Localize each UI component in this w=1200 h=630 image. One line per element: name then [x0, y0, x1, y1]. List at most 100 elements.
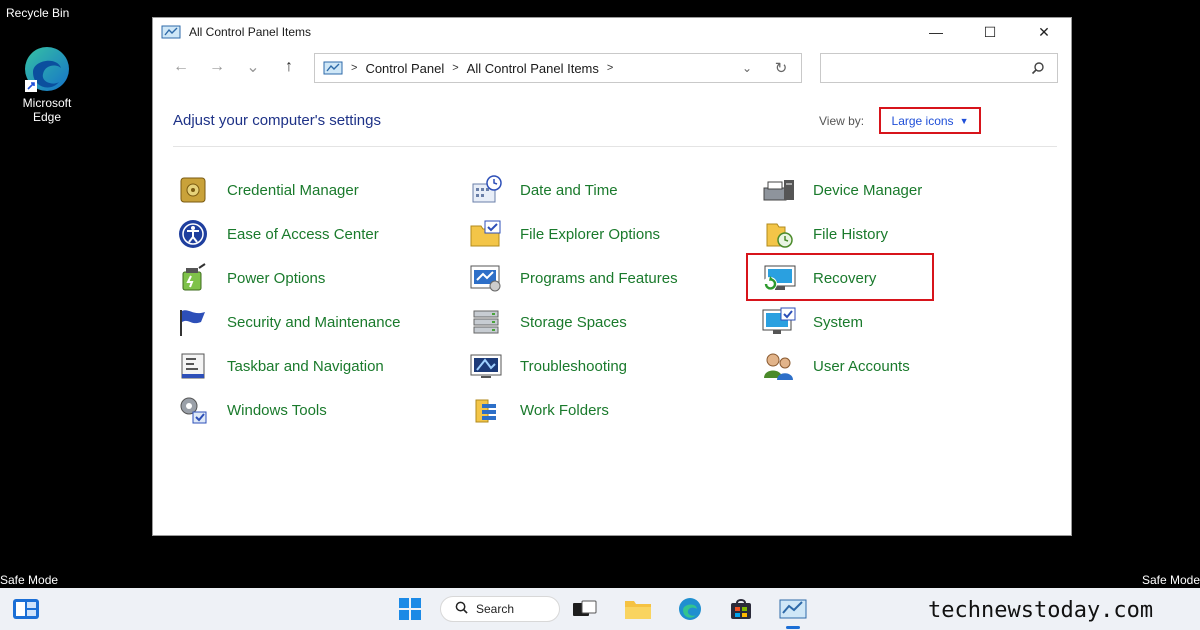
start-button[interactable]: [396, 596, 424, 622]
item-label: Windows Tools: [227, 401, 327, 419]
item-label: Power Options: [227, 269, 326, 287]
item-label: Date and Time: [520, 181, 618, 199]
view-by-dropdown[interactable]: Large icons ▼: [879, 107, 981, 134]
search-icon: [455, 601, 468, 617]
item-ease-of-access-center[interactable]: Ease of Access Center: [175, 216, 379, 252]
folder-icon: [625, 601, 651, 619]
storage-stack-icon: [468, 304, 504, 340]
battery-icon: [175, 260, 211, 296]
safe-mode-label-right: Safe Mode: [1141, 573, 1200, 587]
desktop-edge-shortcut[interactable]: Microsoft Edge: [12, 44, 82, 124]
edge-taskbar-button[interactable]: [676, 596, 704, 622]
widgets-icon: [13, 599, 39, 619]
item-security-and-maintenance[interactable]: Security and Maintenance: [175, 304, 400, 340]
item-programs-and-features[interactable]: Programs and Features: [468, 260, 678, 296]
store-button[interactable]: [727, 596, 755, 622]
search-input[interactable]: [820, 53, 1058, 83]
search-icon: [1031, 62, 1044, 75]
taskbar-search-button[interactable]: Search: [440, 596, 560, 622]
monitor-check-icon: [761, 304, 797, 340]
breadcrumb-separator[interactable]: >: [452, 62, 458, 74]
item-label: Security and Maintenance: [227, 313, 401, 331]
item-label: Taskbar and Navigation: [227, 357, 384, 375]
item-label: File History: [813, 225, 889, 243]
store-icon: [731, 599, 751, 619]
item-work-folders[interactable]: Work Folders: [468, 392, 609, 428]
file-history-icon: [761, 216, 797, 252]
control-panel-window: All Control Panel Items — ☐ ✕ ← → ⌄ ↑ > …: [152, 17, 1072, 536]
item-file-explorer-options[interactable]: File Explorer Options: [468, 216, 660, 252]
view-by-value: Large icons: [891, 113, 954, 128]
troubleshoot-icon: [468, 348, 504, 384]
item-storage-spaces[interactable]: Storage Spaces: [468, 304, 627, 340]
address-dropdown-icon[interactable]: ⌄: [733, 61, 761, 75]
item-label: Device Manager: [813, 181, 923, 199]
breadcrumb-separator[interactable]: >: [351, 62, 357, 74]
title-bar[interactable]: All Control Panel Items — ☐ ✕: [153, 18, 1071, 46]
minimize-button[interactable]: —: [909, 18, 963, 46]
taskbar: Search technewstoday.com: [0, 588, 1200, 630]
caret-down-icon: ▼: [959, 115, 969, 126]
calendar-clock-icon: [468, 172, 504, 208]
breadcrumb-all-items[interactable]: All Control Panel Items: [467, 61, 599, 76]
accessibility-icon: [175, 216, 211, 252]
item-label: System: [813, 313, 864, 331]
edge-icon: [25, 47, 69, 92]
recycle-bin-label[interactable]: Recycle Bin: [6, 6, 86, 20]
task-view-button[interactable]: [571, 596, 599, 622]
active-app-indicator: [786, 626, 800, 629]
item-label: Storage Spaces: [520, 313, 627, 331]
back-button[interactable]: ←: [163, 52, 199, 82]
forward-button[interactable]: →: [199, 52, 235, 82]
item-system[interactable]: System: [761, 304, 863, 340]
close-button[interactable]: ✕: [1017, 18, 1071, 46]
control-panel-icon: [161, 25, 181, 39]
address-bar[interactable]: > Control Panel > All Control Panel Item…: [314, 53, 802, 83]
divider: [173, 146, 1057, 147]
maximize-button[interactable]: ☐: [963, 18, 1017, 46]
folder-check-icon: [468, 216, 504, 252]
up-button[interactable]: ↑: [271, 52, 307, 82]
item-file-history[interactable]: File History: [761, 216, 888, 252]
programs-icon: [468, 260, 504, 296]
file-explorer-button[interactable]: [624, 596, 652, 622]
item-device-manager[interactable]: Device Manager: [761, 172, 922, 208]
safe-icon: [175, 172, 211, 208]
item-label: User Accounts: [813, 357, 910, 375]
item-label: File Explorer Options: [520, 225, 661, 243]
breadcrumb-control-panel[interactable]: Control Panel: [365, 61, 444, 76]
content-area: Adjust your computer's settings View by:…: [153, 88, 1071, 535]
flag-icon: [175, 304, 211, 340]
item-label: Troubleshooting: [520, 357, 628, 375]
recovery-highlight-box: [746, 253, 934, 301]
taskbar-search-label: Search: [476, 602, 515, 616]
edge-icon: [679, 598, 701, 620]
item-label: Programs and Features: [520, 269, 678, 287]
item-credential-manager[interactable]: Credential Manager: [175, 172, 359, 208]
item-troubleshooting[interactable]: Troubleshooting: [468, 348, 627, 384]
item-user-accounts[interactable]: User Accounts: [761, 348, 910, 384]
item-power-options[interactable]: Power Options: [175, 260, 325, 296]
item-date-and-time[interactable]: Date and Time: [468, 172, 618, 208]
refresh-icon[interactable]: ↻: [761, 59, 801, 77]
windows-logo-icon: [399, 598, 421, 620]
view-by-label: View by:: [819, 114, 865, 128]
control-panel-taskbar-button[interactable]: [779, 596, 807, 622]
recent-locations-button[interactable]: ⌄: [235, 52, 271, 82]
widgets-button[interactable]: [12, 596, 40, 622]
window-title: All Control Panel Items: [189, 25, 312, 39]
item-taskbar-and-navigation[interactable]: Taskbar and Navigation: [175, 348, 384, 384]
navigation-bar: ← → ⌄ ↑ > Control Panel > All Control Pa…: [153, 46, 1071, 88]
item-label: Credential Manager: [227, 181, 359, 199]
item-label: Work Folders: [520, 401, 609, 419]
item-windows-tools[interactable]: Windows Tools: [175, 392, 327, 428]
control-panel-small-icon: [323, 61, 343, 75]
safe-mode-label-left: Safe Mode: [0, 573, 59, 587]
page-title: Adjust your computer's settings: [173, 112, 381, 129]
breadcrumb-separator[interactable]: >: [607, 62, 613, 74]
work-folders-icon: [468, 392, 504, 428]
users-icon: [761, 348, 797, 384]
taskbar-icon: [175, 348, 211, 384]
gears-icon: [175, 392, 211, 428]
watermark: technewstoday.com: [928, 598, 1154, 623]
